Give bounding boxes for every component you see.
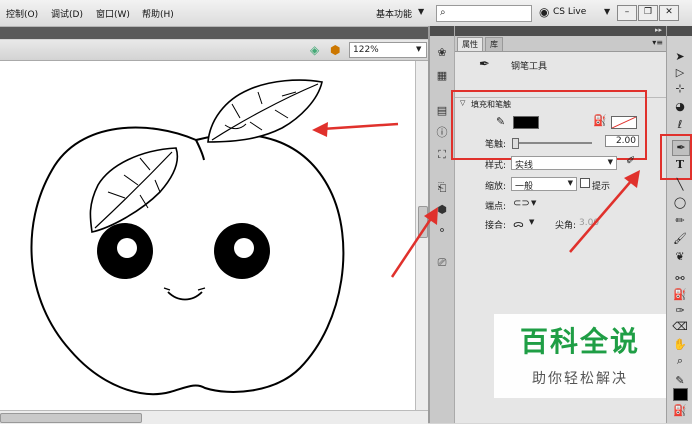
selection-tool-icon[interactable]: ➤ <box>672 50 688 64</box>
eyedropper-tool-icon[interactable]: ✑ <box>672 304 688 318</box>
chevron-down-icon: ▼ <box>416 45 422 53</box>
fill-color-swatch[interactable] <box>611 116 637 129</box>
style-label: 样式: <box>485 161 507 171</box>
chevron-down-icon[interactable]: ▼ <box>529 218 534 226</box>
horizontal-scrollbar[interactable] <box>0 410 428 424</box>
color-panel-icon[interactable]: ❀ <box>434 46 450 60</box>
minimize-button[interactable]: – <box>617 5 637 21</box>
bone-tool-icon[interactable]: ⚯ <box>672 272 688 286</box>
document-tab-strip <box>0 27 428 39</box>
search-icon: ⌕ <box>440 7 446 18</box>
edit-scene-icon[interactable]: ⬢ <box>330 43 340 57</box>
swatches-panel-icon[interactable]: ▦ <box>434 69 450 83</box>
menu-debug[interactable]: 调试(D) <box>51 7 83 20</box>
watermark-title: 百科全说 <box>519 325 640 358</box>
chevron-down-icon[interactable]: ▼ <box>531 199 536 207</box>
menu-bar: 控制(O) 调试(D) 窗口(W) 帮助(H) 基本功能 ▼ ⌕ ◉ CS Li… <box>0 0 692 27</box>
cap-label: 端点: <box>485 202 507 212</box>
free-transform-tool-icon[interactable]: ⊹ <box>672 82 688 96</box>
tools-panel: ➤ ▷ ⊹ ◕ ℓ ✒ T ╲ ◯ ✏ 🖌 ❦ ⚯ ⛽ ✑ ⌫ ✋ ⌕ ✎ ⛽ <box>660 26 692 423</box>
scroll-thumb[interactable] <box>0 413 142 423</box>
scale-label: 缩放: <box>485 182 507 192</box>
history-panel-icon[interactable]: ⎗ <box>434 181 450 195</box>
stage-toolbar: ◈ ⬢ 122% ▼ <box>0 40 428 61</box>
annotation-arrows <box>312 122 399 137</box>
fill-bucket-icon: ⛽ <box>593 114 607 127</box>
cslive-icon: ◉ <box>539 5 550 19</box>
info-panel-icon[interactable]: ⓘ <box>434 126 450 140</box>
stroke-label: 笔触: <box>485 140 507 150</box>
tab-properties[interactable]: 属性 <box>457 37 483 51</box>
deco-tool-icon[interactable]: ❦ <box>672 250 688 264</box>
cs-live-button[interactable]: CS Live <box>553 7 586 17</box>
3d-rotation-tool-icon[interactable]: ◕ <box>672 100 688 114</box>
align-panel-icon[interactable]: ▤ <box>434 104 450 118</box>
zoom-value: 122% <box>353 45 379 55</box>
pencil-tool-icon[interactable]: ✏ <box>672 214 688 228</box>
current-tool-name: 钢笔工具 <box>511 62 548 72</box>
tab-library[interactable]: 库 <box>485 37 503 51</box>
annotation-arrow-right <box>569 170 640 253</box>
join-label: 接合: <box>485 221 507 231</box>
stage-canvas[interactable] <box>0 61 415 410</box>
transform-panel-icon[interactable]: ⛶ <box>434 148 450 162</box>
zoom-tool-icon[interactable]: ⌕ <box>672 354 688 368</box>
subselection-tool-icon[interactable]: ▷ <box>672 66 688 80</box>
chevron-down-icon[interactable]: ▼ <box>418 7 424 16</box>
workspace-switcher[interactable]: 基本功能 <box>376 7 412 20</box>
close-button[interactable]: ✕ <box>659 5 679 21</box>
cap-round-icon[interactable]: ⊂⊃ <box>513 198 530 209</box>
eraser-tool-icon[interactable]: ⌫ <box>672 320 688 334</box>
panel-menu-icon[interactable]: ▾≡ <box>652 38 663 47</box>
zoom-select[interactable]: 122% ▼ <box>349 42 427 58</box>
highlight-box <box>660 134 692 180</box>
pen-tool-icon: ✒ <box>479 57 490 72</box>
stroke-color-icon: ✎ <box>496 115 506 128</box>
menu-window[interactable]: 窗口(W) <box>96 7 130 20</box>
menu-control[interactable]: 控制(O) <box>6 7 38 20</box>
join-round-icon[interactable]: ᯅ <box>513 216 524 230</box>
watermark-subtitle: 助你轻松解决 <box>532 371 628 387</box>
restore-button[interactable]: ❐ <box>638 5 658 21</box>
stroke-slider-handle[interactable] <box>512 138 519 149</box>
brush-tool-icon[interactable]: 🖌 <box>672 232 688 246</box>
paint-bucket-tool-icon[interactable]: ⛽ <box>672 288 688 302</box>
edit-symbol-icon[interactable]: ◈ <box>310 43 319 57</box>
stroke-color-tool-icon[interactable]: ✎ <box>672 374 688 388</box>
lasso-tool-icon[interactable]: ℓ <box>672 118 688 132</box>
stroke-slider[interactable] <box>512 138 592 149</box>
oval-tool-icon[interactable]: ◯ <box>672 196 688 210</box>
chevron-down-icon[interactable]: ▼ <box>604 7 610 16</box>
menu-help[interactable]: 帮助(H) <box>142 7 174 20</box>
annotation-arrow-left <box>390 207 438 278</box>
stroke-width-input[interactable]: 2.00 <box>605 135 639 147</box>
line-tool-icon[interactable]: ╲ <box>672 178 688 192</box>
search-input[interactable]: ⌕ <box>436 5 532 22</box>
fill-color-tool-icon[interactable]: ⛽ <box>672 404 688 418</box>
stroke-color-swatch[interactable] <box>513 116 539 129</box>
watermark: 百科全说 助你轻松解决 <box>494 314 666 398</box>
stroke-color-well[interactable] <box>673 388 688 401</box>
hand-tool-icon[interactable]: ✋ <box>672 338 688 352</box>
collapse-icon[interactable]: ▸▸ <box>655 26 662 34</box>
